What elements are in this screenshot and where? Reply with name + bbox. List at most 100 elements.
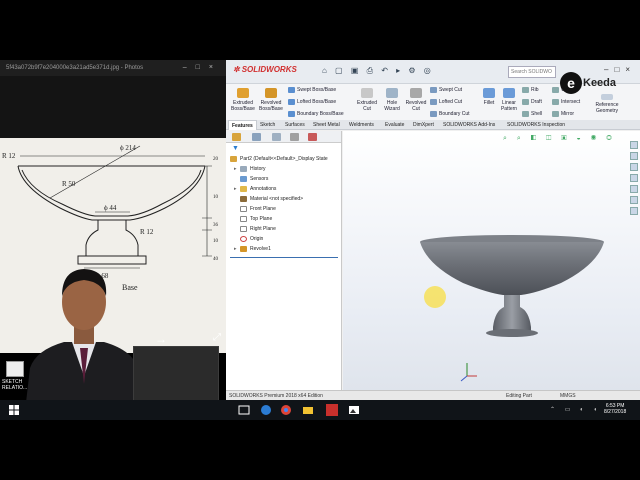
- feature-manager-tab-icon[interactable]: [232, 133, 241, 141]
- brand-text: SOLIDWORKS: [241, 65, 297, 74]
- ekeeda-logo: e Keeda: [560, 72, 630, 98]
- configuration-manager-tab-icon[interactable]: [272, 133, 281, 141]
- linear-pattern-button[interactable]: Linear Pattern: [498, 88, 520, 112]
- swept-cut-label: Swept Cut: [439, 87, 463, 93]
- lofted-cut-label: Lofted Cut: [439, 99, 463, 105]
- tree-item-annotations[interactable]: ▸ Annotations: [234, 185, 276, 193]
- lofted-cut-button[interactable]: Lofted Cut: [430, 96, 462, 108]
- revolved-cut-button[interactable]: Revolved Cut: [404, 88, 428, 112]
- hole-wizard-button[interactable]: Hole Wizard: [380, 88, 404, 112]
- boundary-cut-button[interactable]: Boundary Cut: [430, 108, 470, 120]
- taskbar: ⌃ ▭ ◐ ◖ 6:53 PM 8/27/2018: [0, 400, 640, 420]
- tree-item-material[interactable]: Material <not specified>: [234, 195, 303, 203]
- part-icon: [230, 155, 237, 162]
- next-arrow-icon[interactable]: →: [155, 332, 167, 346]
- tree-item-front-plane[interactable]: Front Plane: [234, 205, 276, 213]
- chrome-icon[interactable]: [278, 403, 294, 417]
- shell-button[interactable]: Shell: [522, 108, 542, 120]
- taskbar-clock[interactable]: 6:53 PM 8/27/2018: [604, 403, 626, 415]
- extruded-cut-icon: [361, 88, 373, 98]
- quick-access-toolbar[interactable]: ⌂ ▢ ▣ ⎙ ↶ ▸ ⚙ ◎: [322, 66, 434, 76]
- filter-icon[interactable]: ▼: [232, 145, 239, 152]
- dim-v3: 36: [213, 223, 219, 228]
- extruded-boss-button[interactable]: Extruded Boss/Base: [230, 88, 256, 112]
- shell-icon: [522, 110, 529, 117]
- dim-stem-radius: R 12: [140, 228, 154, 236]
- presenter-video: [24, 269, 144, 420]
- tab-dimxpert[interactable]: DimXpert: [410, 120, 437, 130]
- document-icon: [6, 361, 24, 377]
- shell-label: Shell: [531, 111, 543, 117]
- solidworks-taskbar-icon[interactable]: [324, 403, 340, 417]
- photos-taskbar-icon[interactable]: [346, 403, 362, 417]
- photos-background: [0, 76, 226, 138]
- expand-icon[interactable]: ⤢: [213, 332, 221, 343]
- swept-cut-icon: [430, 86, 437, 93]
- rib-button[interactable]: Rib: [522, 84, 539, 96]
- solidworks-logo: ✲ SOLIDWORKS: [233, 65, 297, 74]
- window-controls[interactable]: –□×: [183, 60, 222, 76]
- file-explorer-icon[interactable]: [300, 403, 316, 417]
- tab-surfaces[interactable]: Surfaces: [282, 120, 308, 130]
- tree-item-label: Front Plane: [250, 206, 276, 212]
- display-manager-tab-icon[interactable]: [308, 133, 317, 141]
- photos-titlebar: 5f43a072b9f7e204000e3a21ad5e371d.jpg - P…: [0, 60, 226, 76]
- swept-boss-button[interactable]: Swept Boss/Base: [288, 84, 336, 96]
- tab-sheet-metal[interactable]: Sheet Metal: [310, 120, 343, 130]
- tree-item-label: Top Plane: [250, 216, 273, 222]
- tab-addins[interactable]: SOLIDWORKS Add-Ins: [440, 120, 498, 130]
- extrude-icon: [237, 88, 249, 98]
- edge-icon[interactable]: [258, 403, 274, 417]
- graphics-area[interactable]: ⌕ ⌕ ◧ ◫ ▣ ◒ ◉ ◎: [343, 131, 640, 390]
- dim-v5: 40: [213, 257, 219, 262]
- tree-item-label: Right Plane: [250, 226, 276, 232]
- tree-item-revolve1[interactable]: ▸ Revolve1: [234, 245, 271, 253]
- tab-evaluate[interactable]: Evaluate: [382, 120, 407, 130]
- tab-sketch[interactable]: Sketch: [257, 120, 278, 130]
- annotations-icon: [240, 185, 247, 192]
- bowl-base: [486, 329, 538, 337]
- tab-features[interactable]: Features: [228, 120, 257, 130]
- mirror-button[interactable]: Mirror: [552, 108, 574, 120]
- linear-pattern-label: Linear Pattern: [500, 100, 518, 112]
- boundary-boss-button[interactable]: Boundary Boss/Base: [288, 108, 344, 120]
- tree-item-sensors[interactable]: Sensors: [234, 175, 268, 183]
- swept-cut-button[interactable]: Swept Cut: [430, 84, 462, 96]
- rollback-bar[interactable]: [230, 257, 338, 258]
- loft-icon: [288, 98, 295, 105]
- draft-label: Draft: [531, 99, 542, 105]
- dimxpert-manager-tab-icon[interactable]: [290, 133, 299, 141]
- origin-icon: [240, 235, 247, 242]
- plane-icon: [240, 215, 247, 222]
- tree-item-origin[interactable]: Origin: [234, 235, 263, 243]
- tree-item-label: Material <not specified>: [250, 196, 304, 202]
- dim-r50: R 50: [62, 180, 76, 188]
- tab-weldments[interactable]: Weldments: [346, 120, 377, 130]
- tree-item-label: Sensors: [250, 176, 269, 182]
- status-bar: SOLIDWORKS Premium 2018 x64 Edition Edit…: [226, 390, 640, 400]
- search-input[interactable]: Search SOLIDWO: [508, 66, 556, 78]
- boundary-cut-icon: [430, 110, 437, 117]
- property-manager-tab-icon[interactable]: [252, 133, 261, 141]
- revolve-icon: [265, 88, 277, 98]
- tree-item-top-plane[interactable]: Top Plane: [234, 215, 272, 223]
- task-view-icon[interactable]: [236, 403, 252, 417]
- hole-wizard-icon: [386, 88, 398, 98]
- draft-icon: [522, 98, 529, 105]
- screen: 5f43a072b9f7e204000e3a21ad5e371d.jpg - P…: [0, 0, 640, 480]
- fillet-button[interactable]: Fillet: [480, 88, 498, 106]
- tree-item-history[interactable]: ▸ History: [234, 165, 266, 173]
- tab-inspection[interactable]: SOLIDWORKS Inspection: [504, 120, 568, 130]
- system-tray-icons[interactable]: ⌃ ▭ ◐ ◖: [550, 406, 601, 413]
- draft-button[interactable]: Draft: [522, 96, 542, 108]
- tree-root-part[interactable]: Part2 (Default<<Default>_Display State: [230, 155, 328, 163]
- command-manager-tabs: Features Sketch Surfaces Sheet Metal Wel…: [226, 120, 640, 130]
- revolved-boss-button[interactable]: Revolved Boss/Base: [258, 88, 284, 112]
- lofted-boss-button[interactable]: Lofted Boss/Base: [288, 96, 336, 108]
- extruded-cut-button[interactable]: Extruded Cut: [354, 88, 380, 112]
- cursor-highlight: [424, 286, 446, 308]
- dim-v2: 10: [213, 195, 219, 200]
- bowl-body: [420, 242, 604, 295]
- tree-item-right-plane[interactable]: Right Plane: [234, 225, 276, 233]
- windows-start-icon[interactable]: [6, 403, 22, 417]
